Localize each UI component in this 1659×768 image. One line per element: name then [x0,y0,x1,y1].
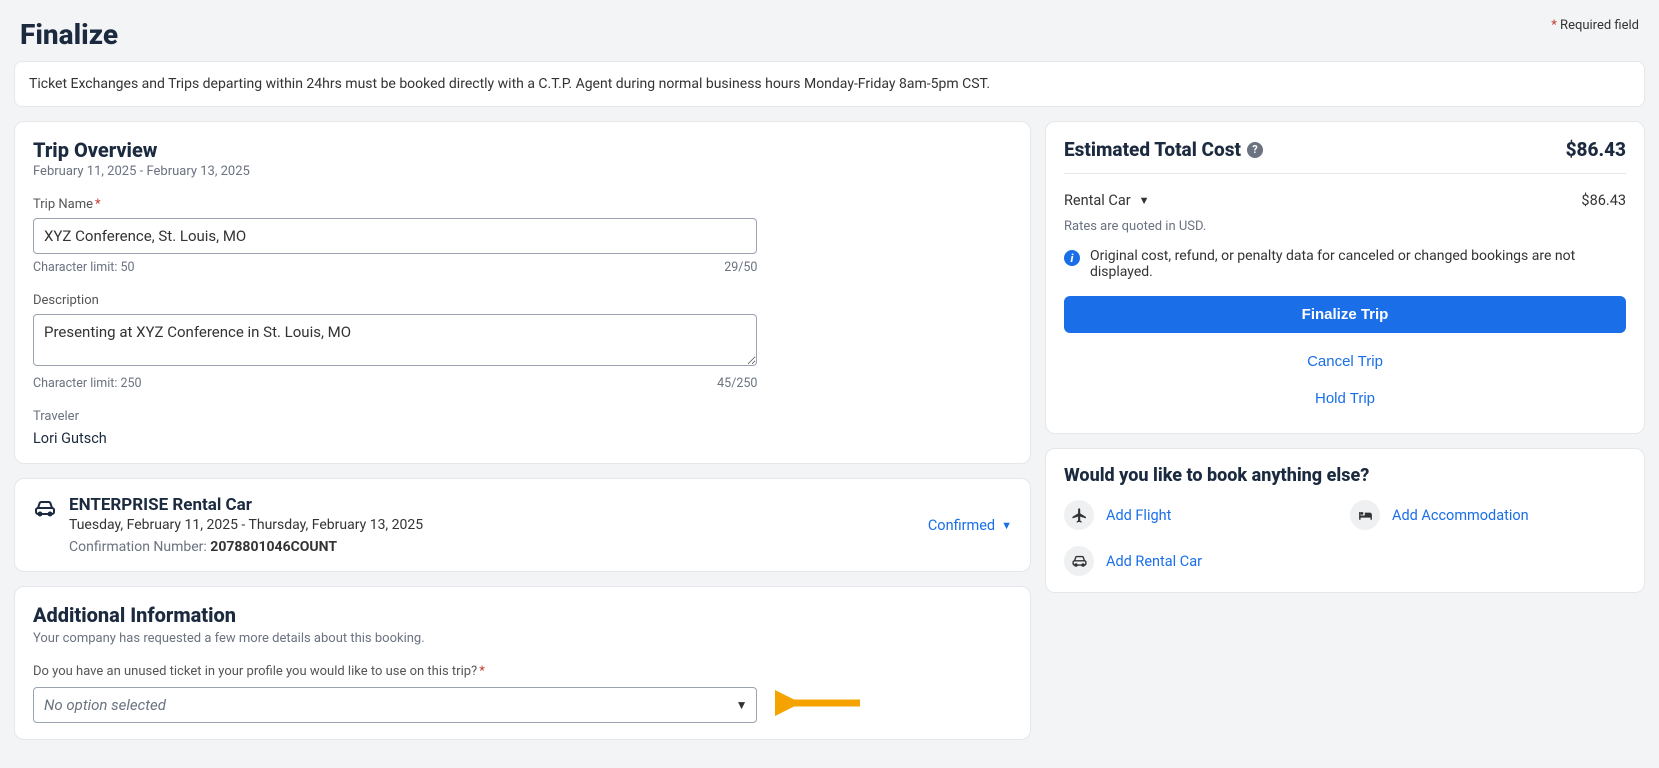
trip-name-count: 29/50 [724,260,757,275]
page-title: Finalize [20,18,118,51]
trip-overview-title: Trip Overview [33,138,1012,162]
traveler-label: Traveler [33,409,1012,424]
trip-name-input[interactable] [33,218,757,254]
cost-info-text: Original cost, refund, or penalty data f… [1090,248,1626,280]
hold-trip-button[interactable]: Hold Trip [1064,380,1626,417]
cancel-trip-button[interactable]: Cancel Trip [1064,343,1626,380]
rental-line-item-value: $86.43 [1581,192,1626,209]
add-accommodation-button[interactable]: Add Accommodation [1350,500,1626,530]
add-flight-button[interactable]: Add Flight [1064,500,1340,530]
trip-date-range: February 11, 2025 - February 13, 2025 [33,164,1012,179]
required-field-note: * Required field [1551,18,1639,33]
chevron-down-icon: ▼ [1001,519,1012,532]
annotation-arrow-icon [775,689,865,721]
unused-ticket-question: Do you have an unused ticket in your pro… [33,664,1012,679]
description-limit: Character limit: 250 [33,376,142,391]
rental-title: ENTERPRISE Rental Car [69,495,423,515]
book-more-title: Would you like to book anything else? [1064,465,1626,486]
trip-overview-card: Trip Overview February 11, 2025 - Februa… [14,121,1031,464]
help-icon[interactable]: ? [1247,142,1263,158]
trip-name-label: Trip Name* [33,197,1012,212]
cost-total: $86.43 [1566,138,1626,161]
rental-line-item-toggle[interactable]: Rental Car ▼ [1064,192,1150,209]
estimated-cost-card: Estimated Total Cost ? $86.43 Rental Car… [1045,121,1645,434]
rental-confirmation: Confirmation Number: 2078801046COUNT [69,539,423,555]
car-icon [33,495,57,525]
unused-ticket-select[interactable]: No option selected [33,687,757,723]
finalize-trip-button[interactable]: Finalize Trip [1064,296,1626,333]
additional-info-title: Additional Information [33,603,1012,627]
description-label: Description [33,293,1012,308]
add-rental-car-button[interactable]: Add Rental Car [1064,546,1340,576]
airplane-icon [1064,500,1094,530]
cost-title: Estimated Total Cost [1064,138,1241,161]
description-count: 45/250 [717,376,757,391]
quote-currency-note: Rates are quoted in USD. [1064,219,1626,234]
rental-dates: Tuesday, February 11, 2025 - Thursday, F… [69,517,423,533]
booking-notice: Ticket Exchanges and Trips departing wit… [14,61,1645,107]
rental-status-toggle[interactable]: Confirmed ▼ [928,517,1012,534]
car-icon [1064,546,1094,576]
additional-info-card: Additional Information Your company has … [14,586,1031,740]
info-icon: i [1064,250,1080,266]
trip-name-limit: Character limit: 50 [33,260,135,275]
rental-car-card: ENTERPRISE Rental Car Tuesday, February … [14,478,1031,572]
chevron-down-icon: ▼ [1139,194,1150,207]
bed-icon [1350,500,1380,530]
traveler-name: Lori Gutsch [33,430,1012,447]
book-more-card: Would you like to book anything else? Ad… [1045,448,1645,593]
additional-info-subtitle: Your company has requested a few more de… [33,631,1012,646]
description-textarea[interactable]: Presenting at XYZ Conference in St. Loui… [33,314,757,366]
